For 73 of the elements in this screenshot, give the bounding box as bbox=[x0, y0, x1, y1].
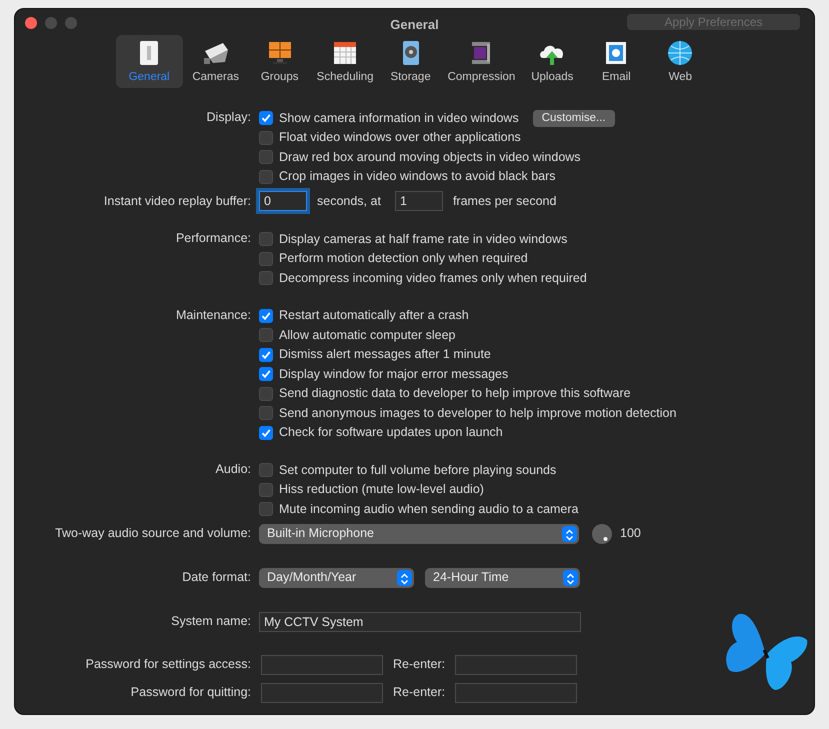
checkbox-label: Float video windows over other applications bbox=[279, 129, 521, 146]
checkbox[interactable] bbox=[259, 482, 273, 496]
checkbox[interactable] bbox=[259, 308, 273, 322]
fps-field[interactable]: 1 bbox=[394, 191, 443, 212]
checkbox[interactable] bbox=[259, 271, 273, 285]
checkbox[interactable] bbox=[259, 463, 273, 477]
checkbox-label: Display cameras at half frame rate in video windows bbox=[279, 230, 568, 248]
close-button[interactable] bbox=[25, 17, 37, 29]
reenter-label: Re-enter: bbox=[393, 656, 446, 674]
checkbox[interactable] bbox=[259, 170, 273, 184]
system-name-field[interactable]: My CCTV System bbox=[259, 612, 581, 632]
dropdown[interactable]: 24-Hour Time bbox=[425, 568, 580, 588]
field-label: Display: bbox=[206, 109, 251, 126]
field-label: Maintenance: bbox=[174, 306, 251, 324]
volume-knob[interactable] bbox=[592, 524, 612, 544]
minimize-button[interactable] bbox=[45, 17, 57, 29]
checkbox[interactable] bbox=[259, 111, 273, 125]
unit-label: seconds, at bbox=[317, 192, 381, 210]
unit-label: frames per second bbox=[452, 192, 556, 210]
checkbox-label: Show camera information in video windows bbox=[279, 110, 519, 127]
checkbox[interactable] bbox=[259, 348, 273, 362]
checkbox[interactable] bbox=[259, 150, 273, 164]
toolbar-tab[interactable]: Groups bbox=[248, 35, 311, 88]
checkbox[interactable] bbox=[259, 406, 273, 420]
seconds-field[interactable]: 0 bbox=[259, 191, 307, 212]
checkbox[interactable] bbox=[259, 252, 273, 266]
field-label: Password for quitting: bbox=[130, 684, 251, 702]
checkbox[interactable] bbox=[259, 386, 273, 400]
checkbox[interactable] bbox=[259, 130, 273, 144]
checkbox-label: Draw red box around moving objects in video windows bbox=[279, 148, 581, 166]
checkbox[interactable] bbox=[259, 426, 273, 440]
password-field[interactable] bbox=[455, 654, 578, 675]
checkbox-label: Display window for major error messages bbox=[279, 366, 508, 383]
checkbox[interactable] bbox=[259, 328, 273, 342]
checkbox-label: Send anonymous images to developer to help improve motion detection bbox=[279, 404, 676, 422]
checkbox-label: Decompress incoming video frames only when required bbox=[279, 270, 587, 287]
toolbar-tab[interactable]: Web bbox=[649, 35, 712, 88]
password-field[interactable] bbox=[261, 654, 383, 675]
checkbox-label: Hiss reduction (mute low-level audio) bbox=[279, 481, 484, 498]
dropdown[interactable]: Day/Month/Year bbox=[259, 568, 414, 588]
password-field[interactable] bbox=[261, 682, 383, 703]
field-label: Date format: bbox=[181, 569, 251, 586]
toolbar-tab[interactable]: Storage bbox=[380, 35, 442, 88]
window-title: General bbox=[390, 17, 439, 32]
toolbar-tab[interactable]: Uploads bbox=[521, 35, 584, 88]
checkbox-label: Set computer to full volume before playing sounds bbox=[279, 462, 556, 479]
field-label: System name: bbox=[170, 613, 251, 630]
checkbox-label: Allow automatic computer sleep bbox=[279, 326, 456, 344]
toolbar-tab[interactable]: Email bbox=[585, 35, 648, 88]
field-label: Password for settings access: bbox=[84, 656, 251, 674]
zoom-button[interactable] bbox=[65, 17, 77, 29]
checkbox-label: Check for software updates upon launch bbox=[279, 424, 503, 442]
customise-button[interactable]: Customise... bbox=[532, 110, 615, 126]
checkbox-label: Dismiss alert messages after 1 minute bbox=[279, 346, 491, 364]
checkbox-label: Send diagnostic data to developer to help improve this software bbox=[279, 385, 631, 402]
field-label: Two-way audio source and volume: bbox=[54, 525, 251, 542]
field-label: Performance: bbox=[174, 230, 251, 248]
toolbar-tab[interactable]: Cameras bbox=[184, 35, 247, 88]
field-label: Instant video replay buffer: bbox=[102, 192, 251, 210]
dropdown[interactable]: Built-in Microphone bbox=[259, 524, 579, 544]
toolbar-tab[interactable]: Compression bbox=[444, 35, 520, 88]
checkbox[interactable] bbox=[259, 502, 273, 516]
checkbox[interactable] bbox=[259, 367, 273, 381]
checkbox-label: Restart automatically after a crash bbox=[279, 307, 469, 324]
toolbar-tab[interactable]: Scheduling bbox=[312, 35, 378, 88]
volume-value: 100 bbox=[620, 525, 641, 542]
checkbox-label: Mute incoming audio when sending audio to a camera bbox=[279, 500, 578, 518]
checkbox[interactable] bbox=[259, 232, 273, 246]
checkbox-label: Crop images in video windows to avoid black bars bbox=[279, 168, 556, 186]
password-field[interactable] bbox=[455, 682, 578, 703]
field-label: Audio: bbox=[214, 461, 251, 478]
reenter-label: Re-enter: bbox=[393, 684, 446, 702]
checkbox-label: Perform motion detection only when required bbox=[279, 250, 528, 268]
